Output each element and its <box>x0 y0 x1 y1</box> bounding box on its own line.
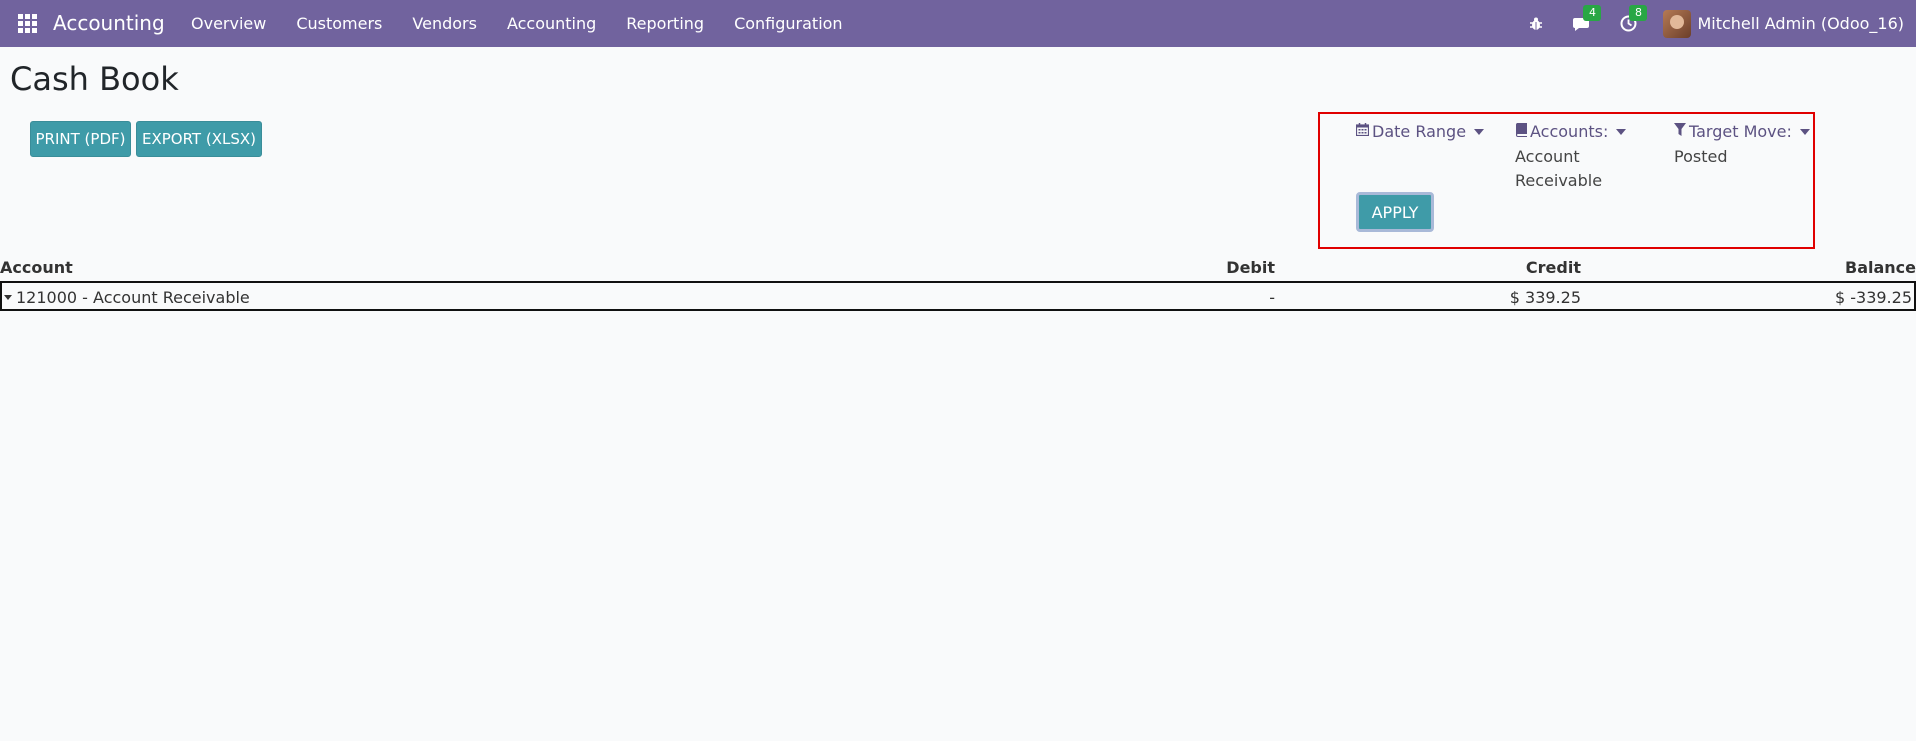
target-move-label: Target Move: <box>1689 122 1792 141</box>
page-title: Cash Book <box>10 60 179 98</box>
messages-count-badge: 4 <box>1583 4 1602 21</box>
top-navbar: Accounting Overview Customers Vendors Ac… <box>0 0 1916 47</box>
chevron-down-icon <box>1799 128 1810 135</box>
column-header-debit: Debit <box>1226 258 1275 277</box>
debug-bug-icon[interactable] <box>1525 13 1547 35</box>
apply-button[interactable]: APPLY <box>1356 192 1434 232</box>
user-name[interactable]: Mitchell Admin (Odoo_16) <box>1697 14 1904 33</box>
book-icon <box>1515 122 1527 141</box>
messages-chat-icon[interactable]: 4 <box>1571 4 1602 35</box>
chevron-down-icon <box>1616 128 1627 135</box>
table-row[interactable]: 121000 - Account Receivable - $ 339.25 $… <box>0 281 1916 311</box>
filters-panel: Date Range Accounts: Account Receivable … <box>1318 112 1815 249</box>
export-xlsx-button[interactable]: EXPORT (XLSX) <box>136 121 262 157</box>
accounts-filter[interactable]: Accounts: <box>1515 122 1627 141</box>
target-move-selected-value: Posted <box>1674 147 1728 166</box>
column-header-credit: Credit <box>1525 258 1581 277</box>
chevron-down-icon <box>1474 128 1485 135</box>
date-range-label: Date Range <box>1372 122 1467 141</box>
navbar-systray: 4 8 Mitchell Admin (Odoo_16) <box>1525 0 1904 47</box>
activities-clock-icon[interactable]: 8 <box>1617 4 1648 35</box>
menu-item-accounting[interactable]: Accounting <box>507 14 596 33</box>
menu-item-overview[interactable]: Overview <box>191 14 266 33</box>
apps-menu-icon[interactable] <box>18 14 37 33</box>
menu-item-customers[interactable]: Customers <box>296 14 382 33</box>
debit-cell: - <box>1269 288 1275 307</box>
activities-count-badge: 8 <box>1629 4 1648 21</box>
account-name: 121000 - Account Receivable <box>16 288 250 307</box>
calendar-icon <box>1355 123 1370 140</box>
date-range-filter[interactable]: Date Range <box>1355 122 1485 141</box>
table-header: Account Debit Credit Balance <box>0 258 1916 280</box>
accounts-selected-value: Account Receivable <box>1515 147 1603 190</box>
user-avatar[interactable] <box>1663 9 1692 38</box>
accounts-label: Accounts: <box>1530 122 1609 141</box>
menu-item-vendors[interactable]: Vendors <box>412 14 477 33</box>
account-cell: 121000 - Account Receivable <box>4 288 250 307</box>
column-header-balance: Balance <box>1845 258 1916 277</box>
credit-cell: $ 339.25 <box>1509 288 1581 307</box>
print-pdf-button[interactable]: PRINT (PDF) <box>30 121 131 157</box>
menu-item-reporting[interactable]: Reporting <box>626 14 704 33</box>
column-header-account: Account <box>0 258 73 277</box>
funnel-filter-icon <box>1674 123 1686 140</box>
balance-cell: $ -339.25 <box>1834 288 1912 307</box>
main-menu: Overview Customers Vendors Accounting Re… <box>191 14 873 33</box>
menu-item-configuration[interactable]: Configuration <box>734 14 843 33</box>
caret-down-icon[interactable] <box>4 295 12 300</box>
app-name[interactable]: Accounting <box>53 11 165 35</box>
target-move-filter[interactable]: Target Move: <box>1674 122 1810 141</box>
